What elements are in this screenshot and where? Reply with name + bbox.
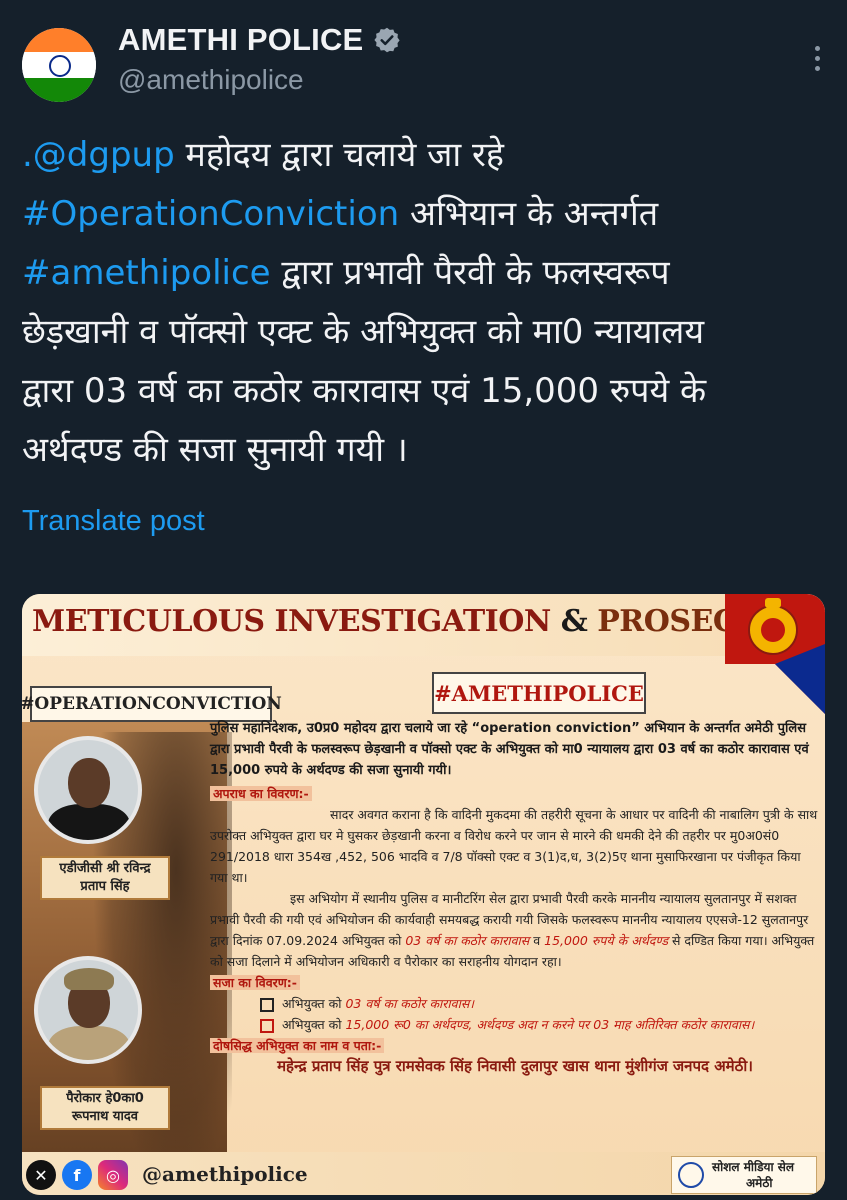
tweet-line-text: महोदय द्वारा चलाये जा रहे	[174, 135, 504, 175]
section-heading: सजा का विवरण:-	[210, 975, 300, 990]
card-footer: ✕ f ◎ @amethipolice सोशल मीडिया सेल अमेठ…	[22, 1152, 825, 1195]
crime-paragraph: सादर अवगत कराना है कि वादिनी मुकदमा की त…	[210, 807, 818, 885]
card-title: METICULOUS INVESTIGATION & PROSECUTION	[32, 604, 825, 639]
social-handle: @amethipolice	[142, 1162, 308, 1186]
dot	[815, 46, 820, 51]
dot	[815, 56, 820, 61]
facebook-icon: f	[62, 1160, 92, 1190]
person-head	[68, 758, 110, 808]
account-name-row[interactable]: AMETHI POLICE	[118, 22, 401, 58]
red-text: 15,000 रू0 का अर्थदण्ड, अर्थदण्ड अदा न क…	[345, 1017, 755, 1032]
tweet-line: द्वारा 03 वर्ष का कठोर कारावास एवं 15,00…	[22, 371, 707, 411]
police-cap	[64, 968, 114, 990]
instagram-icon: ◎	[98, 1160, 128, 1190]
person-photo	[34, 736, 142, 844]
person-photo	[34, 956, 142, 1064]
account-name[interactable]: AMETHI POLICE	[118, 22, 363, 58]
person-caption: पैरोकार हे0का0 रूपनाथ यादव	[40, 1086, 170, 1130]
tweet-line: #OperationConviction अभियान के अन्तर्गत	[22, 185, 822, 244]
amethi-police-tag: #AMETHIPOLICE	[432, 672, 646, 714]
social-media-cell-badge: सोशल मीडिया सेल अमेठी	[671, 1156, 817, 1194]
text: व	[529, 933, 545, 948]
chakra-icon	[49, 55, 71, 77]
tweet-line: अर्थदण्ड की सजा सुनायी गयी ।	[22, 430, 408, 470]
tweet-line-text: द्वारा प्रभावी पैरवी के फलस्वरूप	[270, 253, 670, 293]
flag-saffron	[22, 28, 96, 53]
cell-line: अमेठी	[746, 1176, 773, 1190]
person-body	[48, 1026, 130, 1060]
title-amp: &	[550, 604, 598, 639]
card-intro: पुलिस महानिदेशक, उ0प्र0 महोदय द्वारा चला…	[210, 721, 809, 778]
accused-details: महेन्द्र प्रताप सिंह पुत्र रामसेवक सिंह …	[277, 1057, 753, 1075]
hashtag-link[interactable]: #OperationConviction	[22, 194, 399, 234]
person-body	[48, 804, 130, 840]
verified-badge-icon	[374, 27, 401, 53]
checkbox-icon	[260, 1018, 274, 1033]
checkbox-icon	[260, 997, 274, 1012]
x-logo-icon: ✕	[26, 1160, 56, 1190]
person-caption: एडीजीसी श्री रविन्द्र प्रताप सिंह	[40, 856, 170, 900]
translate-post-link[interactable]: Translate post	[22, 505, 205, 538]
section-accused: दोषसिद्ध अभियुक्त का नाम व पता:-	[210, 1035, 820, 1056]
mention-link[interactable]: .@dgpup	[22, 135, 175, 175]
media-image[interactable]: METICULOUS INVESTIGATION & PROSECUTION #…	[22, 594, 825, 1195]
sentence-item: अभियुक्त को 15,000 रू0 का अर्थदण्ड, अर्थ…	[210, 1014, 820, 1035]
section-sentence: सजा का विवरण:-	[210, 972, 820, 993]
red-text: 03 वर्ष का कठोर कारावास।	[345, 996, 475, 1011]
red-text: 15,000 रुपये के अर्थदण्ड	[544, 933, 669, 948]
tweet-text: .@dgpup महोदय द्वारा चलाये जा रहे #Opera…	[22, 126, 822, 480]
tweet-line: छेड़खानी व पॉक्सो एक्ट के अभियुक्त को मा…	[22, 312, 705, 352]
sentence-item: अभियुक्त को 03 वर्ष का कठोर कारावास।	[210, 993, 820, 1014]
title-part: METICULOUS INVESTIGATION	[32, 604, 551, 639]
dot	[815, 66, 820, 71]
flag-green	[22, 77, 96, 102]
more-dots-icon[interactable]	[815, 46, 821, 71]
section-crime: अपराध का विवरण:-	[210, 783, 820, 804]
hashtag-link[interactable]: #amethipolice	[22, 253, 271, 293]
red-text: 03 वर्ष का कठोर कारावास	[405, 933, 530, 948]
text: अभियुक्त को	[282, 1017, 346, 1032]
section-heading: अपराध का विवरण:-	[210, 786, 312, 801]
card-body: पुलिस महानिदेशक, उ0प्र0 महोदय द्वारा चला…	[210, 718, 820, 1077]
account-handle[interactable]: @amethipolice	[118, 64, 304, 96]
prosecution-paragraph: इस अभियोग में स्थानीय पुलिस व मानीटरिंग …	[210, 888, 820, 972]
globe-icon	[678, 1162, 704, 1188]
police-emblem-icon	[725, 594, 825, 714]
section-heading: दोषसिद्ध अभियुक्त का नाम व पता:-	[210, 1038, 385, 1053]
tweet-line: #amethipolice द्वारा प्रभावी पैरवी के फल…	[22, 244, 822, 303]
cell-line: सोशल मीडिया सेल	[712, 1160, 794, 1174]
operation-conviction-tag: #OPERATIONCONVICTION	[22, 686, 282, 722]
tweet-line-text: अभियान के अन्तर्गत	[399, 194, 659, 234]
avatar[interactable]	[22, 28, 96, 102]
text: अभियुक्त को	[282, 996, 346, 1011]
tweet-line: .@dgpup महोदय द्वारा चलाये जा रहे	[22, 126, 822, 185]
